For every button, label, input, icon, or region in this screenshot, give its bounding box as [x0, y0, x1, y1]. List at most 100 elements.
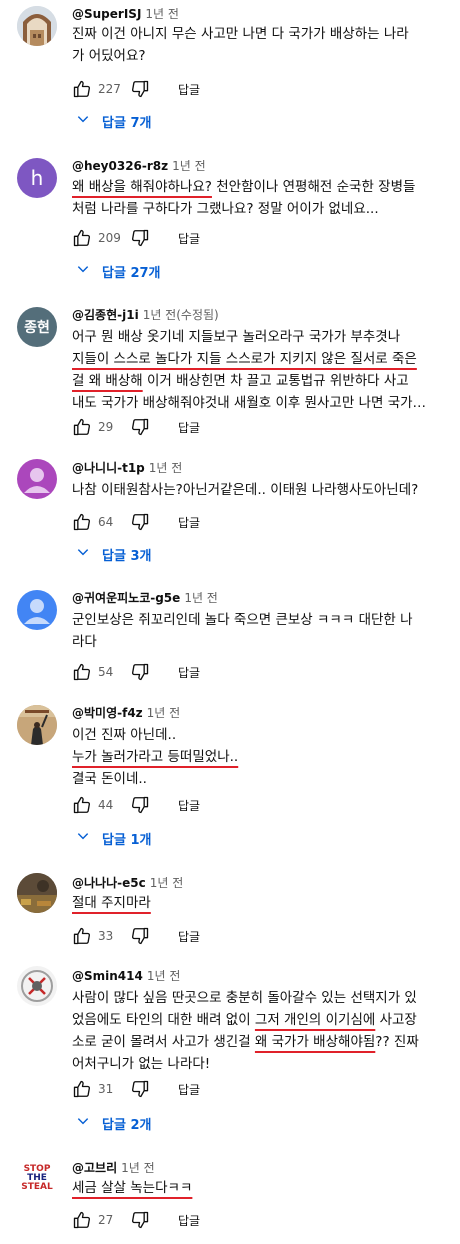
like-icon[interactable]: [72, 417, 92, 437]
view-replies-button[interactable]: 답글 27개: [76, 260, 161, 282]
comment-time[interactable]: 1년 전: [145, 7, 179, 21]
comment-line: 진짜 이건 아니지 무슨 사고만 나면 다 국가가 배상하는 나라: [72, 23, 456, 45]
dislike-icon[interactable]: [130, 417, 150, 437]
chevron-down-icon: [76, 262, 90, 280]
text-segment: 군인보상은 쥐꼬리인데 놀다 죽으면 큰보상 ㅋㅋㅋ 대단한 나: [72, 612, 413, 628]
avatar[interactable]: 종현: [17, 307, 57, 347]
stop-the-steal-logo: STOP THE STEAL: [21, 1163, 53, 1192]
like-icon[interactable]: [72, 512, 92, 532]
text-segment: 라다: [72, 634, 97, 650]
comment-author[interactable]: @박미영-f4z: [72, 706, 143, 720]
view-replies-button[interactable]: 답글 1개: [76, 827, 151, 849]
text-segment: 소로 굳이 몰려서 사고가 생긴걸: [72, 1034, 255, 1050]
comment-line: 사람이 많다 싶음 딴곳으로 충분히 돌아갈수 있는 선택지가 있: [72, 987, 456, 1009]
avatar[interactable]: [17, 6, 57, 46]
comment-time[interactable]: 1년 전: [150, 876, 184, 890]
reply-button[interactable]: 답글: [178, 1081, 200, 1098]
comment-line: 가 어딨어요?: [72, 45, 456, 67]
highlighted-text: 세금 살살 녹는다ㅋㅋ: [72, 1180, 193, 1196]
like-count: 27: [98, 1213, 114, 1227]
comment-time[interactable]: 1년 전: [149, 461, 183, 475]
view-replies-button[interactable]: 답글 7개: [76, 110, 151, 132]
like-icon[interactable]: [72, 1210, 92, 1230]
text-segment: 어처구니가 없는 나라다!: [72, 1056, 211, 1072]
reply-button[interactable]: 답글: [178, 419, 200, 436]
like-count: 54: [98, 665, 114, 679]
reply-button[interactable]: 답글: [178, 514, 200, 531]
avatar[interactable]: [17, 966, 57, 1006]
comment-text: 사람이 많다 싶음 딴곳으로 충분히 돌아갈수 있는 선택지가 있었음에도 타인…: [72, 987, 456, 1075]
like-icon[interactable]: [72, 795, 92, 815]
like-icon[interactable]: [72, 1079, 92, 1099]
dislike-icon[interactable]: [130, 926, 150, 946]
view-replies-button[interactable]: 답글 2개: [76, 1112, 151, 1134]
comment-line: 세금 살살 녹는다ㅋㅋ: [72, 1177, 456, 1199]
avatar-letter: 종현: [24, 320, 50, 336]
comment-author[interactable]: @고브리: [72, 1161, 117, 1175]
chevron-down-icon: [76, 1114, 90, 1132]
comment-line: 나참 이태원참사는?아닌거같은데.. 이태원 나라행사도아닌데?: [72, 479, 456, 501]
avatar[interactable]: [17, 873, 57, 913]
dislike-icon[interactable]: [130, 1079, 150, 1099]
text-segment: 사고장: [375, 1012, 417, 1028]
comment-line: 어구 뭔 배상 옷기네 지들보구 놀러오라구 국가가 부추겻나: [72, 326, 456, 348]
view-replies-button[interactable]: 답글 3개: [76, 543, 151, 565]
dislike-icon[interactable]: [130, 795, 150, 815]
comment-line: 군인보상은 쥐꼬리인데 놀다 죽으면 큰보상 ㅋㅋㅋ 대단한 나: [72, 609, 456, 631]
text-segment: 내도 국가가 배상해줘야것내 새월호 이후 뭔사고만 나면 국가…: [72, 395, 427, 411]
highlighted-text: 그저 개인의 이기심에: [254, 1012, 376, 1028]
avatar[interactable]: [17, 705, 57, 745]
comment-line: 어처구니가 없는 나라다!: [72, 1053, 456, 1075]
dislike-icon[interactable]: [130, 1210, 150, 1230]
comment-author[interactable]: @SuperISJ: [72, 7, 141, 21]
comment-author[interactable]: @귀여운피노코-g5e: [72, 591, 180, 605]
reply-button[interactable]: 답글: [178, 81, 200, 98]
text-segment: 었음에도 타인의 대한 배려 없이: [72, 1012, 255, 1028]
reply-button[interactable]: 답글: [178, 230, 200, 247]
comment-author[interactable]: @김종현-j1i: [72, 308, 139, 322]
avatar[interactable]: [17, 590, 57, 630]
comment-line: 소로 굳이 몰려서 사고가 생긴걸 왜 국가가 배상해야됨?? 진짜: [72, 1031, 456, 1053]
avatar-image-icon: [17, 966, 57, 1006]
chevron-down-icon: [76, 829, 90, 847]
like-icon[interactable]: [72, 228, 92, 248]
comment-time[interactable]: 1년 전: [147, 706, 181, 720]
comment-author[interactable]: @hey0326-r8z: [72, 159, 168, 173]
dislike-icon[interactable]: [130, 79, 150, 99]
highlighted-text: 지들이 스스로 놀다가 지들 스스로가 지키지 않은 질서로 죽은: [72, 351, 417, 367]
like-icon[interactable]: [72, 662, 92, 682]
comment-author[interactable]: @나니니-t1p: [72, 461, 145, 475]
avatar[interactable]: [17, 459, 57, 499]
comment-time[interactable]: 1년 전(수정됨): [143, 308, 219, 322]
reply-button[interactable]: 답글: [178, 1212, 200, 1229]
comment-line: 결국 돈이네..: [72, 768, 456, 790]
avatar[interactable]: h: [17, 158, 57, 198]
text-segment: 나참 이태원참사는?아닌거같은데.. 이태원 나라행사도아닌데?: [72, 482, 419, 498]
comment-text: 진짜 이건 아니지 무슨 사고만 나면 다 국가가 배상하는 나라 가 어딨어요?: [72, 23, 456, 67]
dislike-icon[interactable]: [130, 662, 150, 682]
replies-label: 답글 1개: [102, 832, 152, 848]
text-segment: 천안함이나 연평해전 순국한 장병들: [211, 179, 416, 195]
comment-text: 군인보상은 쥐꼬리인데 놀다 죽으면 큰보상 ㅋㅋㅋ 대단한 나라다: [72, 609, 456, 653]
text-segment: 결국 돈이네..: [72, 771, 147, 787]
comment-time[interactable]: 1년 전: [121, 1161, 155, 1175]
dislike-icon[interactable]: [130, 512, 150, 532]
reply-button[interactable]: 답글: [178, 928, 200, 945]
like-icon[interactable]: [72, 79, 92, 99]
avatar[interactable]: STOP THE STEAL: [17, 1158, 57, 1198]
comment-time[interactable]: 1년 전: [147, 969, 181, 983]
comment-time[interactable]: 1년 전: [184, 591, 218, 605]
comment-time[interactable]: 1년 전: [172, 159, 206, 173]
comment-author[interactable]: @나나나-e5c: [72, 876, 146, 890]
dislike-icon[interactable]: [130, 228, 150, 248]
highlighted-text: 걸 왜 배상해: [72, 373, 143, 389]
like-count: 209: [98, 231, 121, 245]
text-segment: 이거 배상힌면 차 끌고 교통법규 위반하다 사고: [142, 373, 409, 389]
comment-author[interactable]: @Smin414: [72, 969, 143, 983]
reply-button[interactable]: 답글: [178, 664, 200, 681]
reply-button[interactable]: 답글: [178, 797, 200, 814]
comment-line: 지들이 스스로 놀다가 지들 스스로가 지키지 않은 질서로 죽은: [72, 348, 456, 370]
highlighted-text: 왜 배상을 해줘야하나요?: [72, 179, 212, 195]
like-count: 29: [98, 420, 114, 434]
like-icon[interactable]: [72, 926, 92, 946]
